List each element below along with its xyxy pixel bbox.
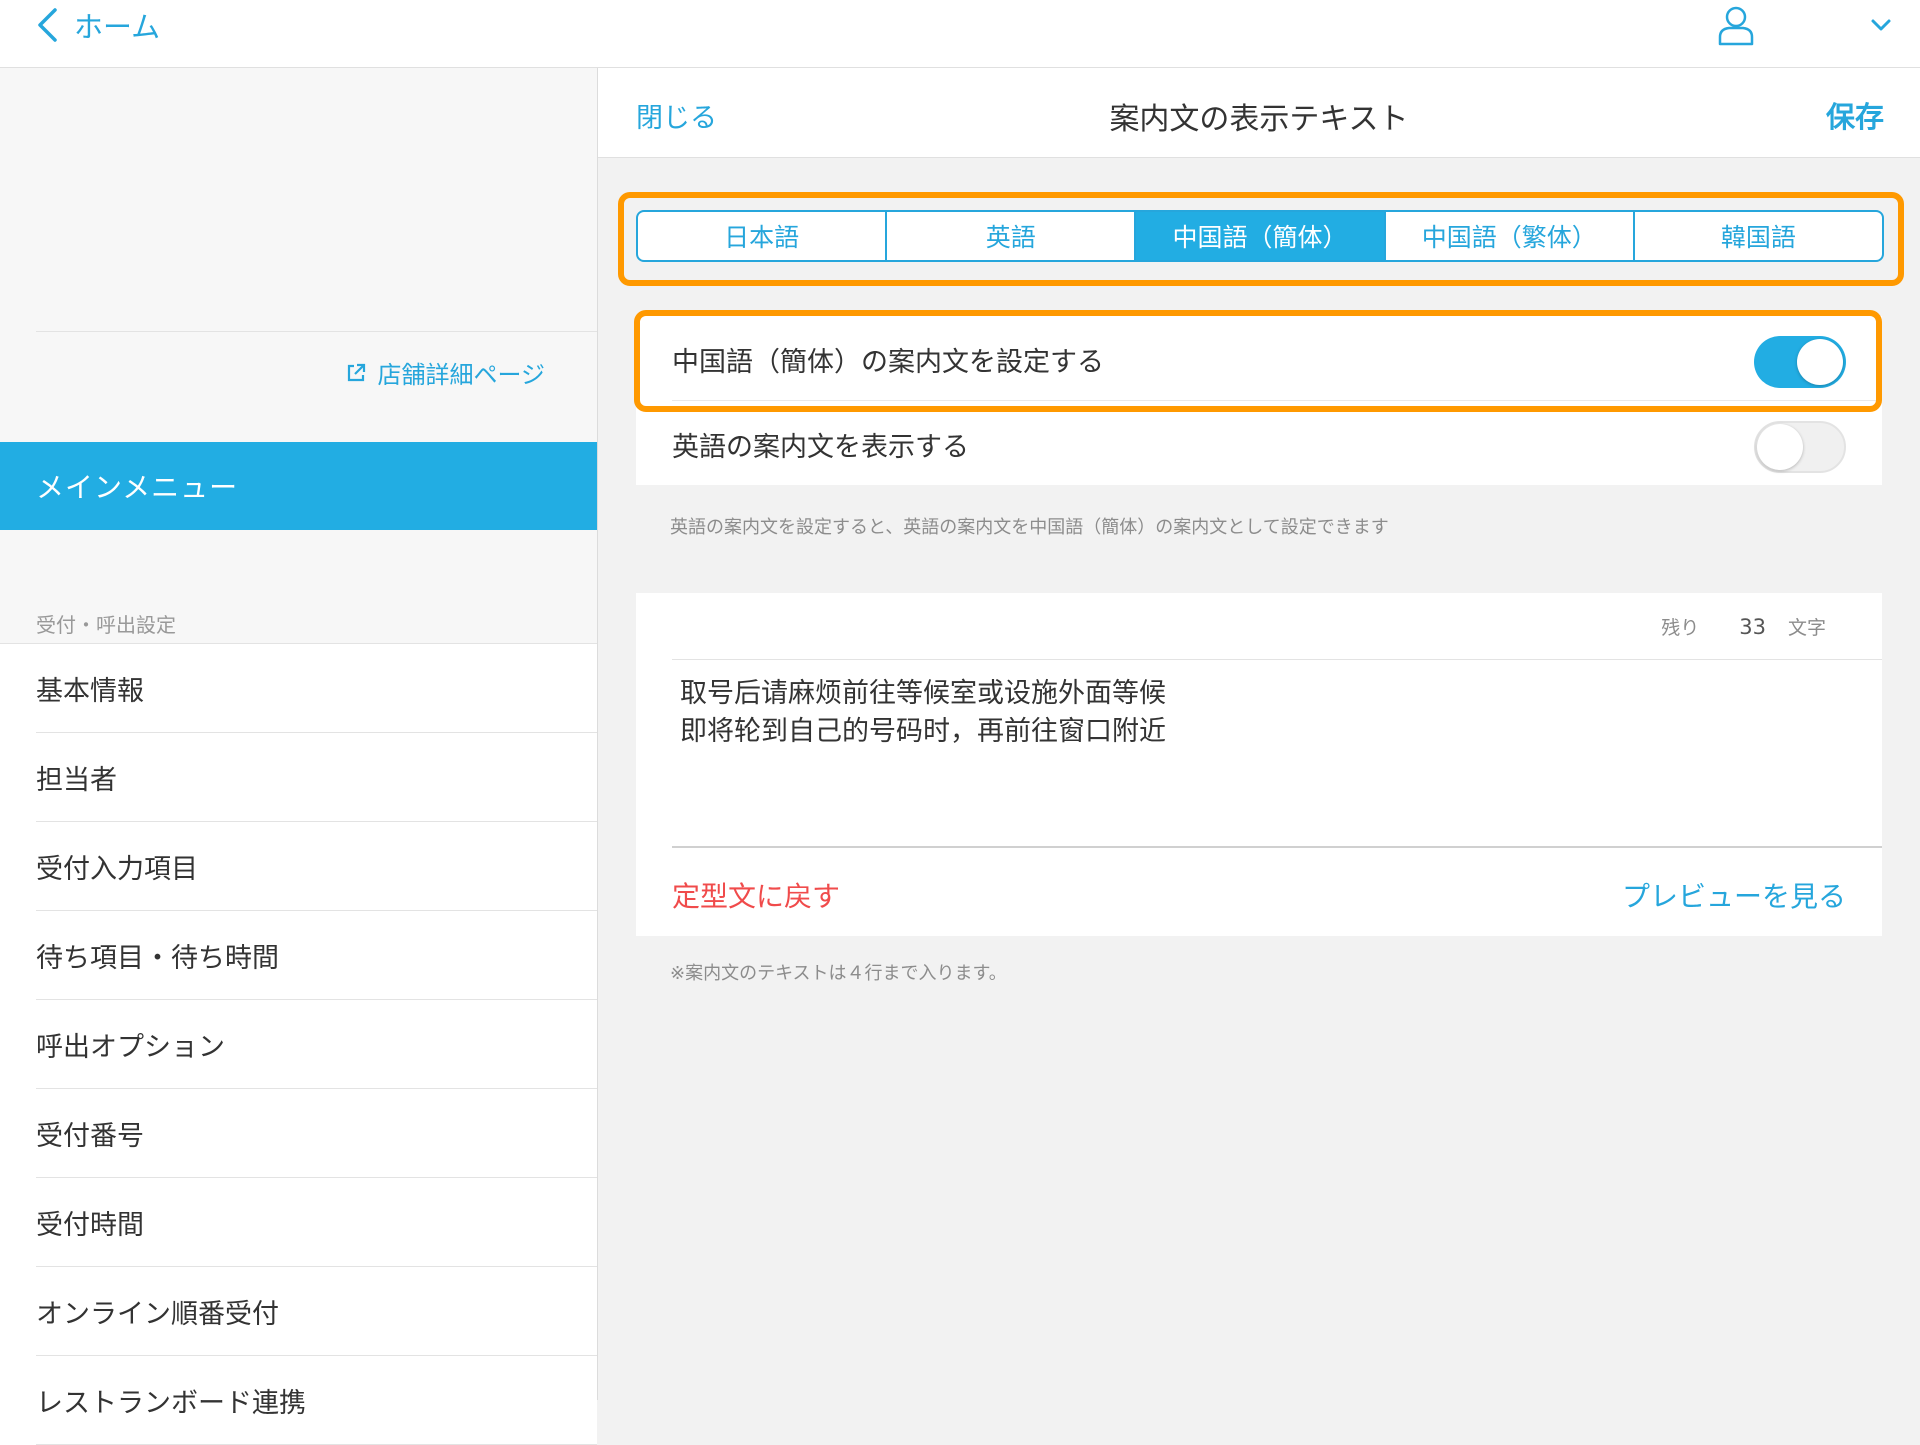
- sidebar-item-reception-number[interactable]: 受付番号: [0, 1089, 597, 1178]
- sidebar-item-wait-items[interactable]: 待ち項目・待ち時間: [0, 911, 597, 1000]
- show-english-label: 英語の案内文を表示する: [672, 432, 969, 463]
- text-editor-card: 残り 33 文字 取号后请麻烦前往等候室或设施外面等候 即将轮到自己的号码时，再…: [636, 593, 1882, 936]
- home-back-button[interactable]: ホーム: [36, 0, 160, 50]
- char-counter: 残り 33 文字: [1661, 613, 1826, 640]
- preview-button[interactable]: プレビューを見る: [1622, 875, 1846, 915]
- sidebar: 店舗詳細ページ メインメニュー 受付・呼出設定 基本情報 担当者 受付入力項目 …: [0, 68, 598, 1445]
- home-back-label: ホーム: [74, 10, 161, 44]
- remaining-count: 33: [1739, 615, 1766, 639]
- sidebar-item-staff[interactable]: 担当者: [0, 733, 597, 822]
- english-hint-text: 英語の案内文を設定すると、英語の案内文を中国語（簡体）の案内文として設定できます: [670, 517, 1389, 538]
- user-icon[interactable]: [1714, 4, 1758, 48]
- guide-text-line-1: 取号后请麻烦前往等候室或设施外面等候: [680, 678, 1166, 709]
- page-title: 案内文の表示テキスト: [1109, 102, 1409, 137]
- show-english-row: 英語の案内文を表示する: [636, 401, 1882, 485]
- sidebar-divider: [36, 331, 597, 332]
- reset-to-template-button[interactable]: 定型文に戻す: [672, 875, 840, 915]
- sidebar-item-reception-fields[interactable]: 受付入力項目: [0, 822, 597, 911]
- sidebar-main-menu[interactable]: メインメニュー: [0, 442, 597, 530]
- show-english-toggle[interactable]: [1754, 421, 1846, 473]
- remaining-unit: 文字: [1787, 617, 1826, 639]
- content-pane: 閉じる 案内文の表示テキスト 保存 日本語 英語 中国語（簡体） 中国語（繁体）…: [598, 68, 1920, 1400]
- guide-text-line-2: 即将轮到自己的号码时，再前往窗口附近: [680, 716, 1166, 747]
- toggle-knob: [1757, 424, 1803, 470]
- guide-text-input[interactable]: 取号后请麻烦前往等候室或设施外面等候 即将轮到自己的号码时，再前往窗口附近: [680, 675, 1830, 815]
- remaining-label: 残り: [1661, 617, 1700, 639]
- save-button[interactable]: 保存: [1826, 94, 1884, 136]
- sidebar-item-call-options[interactable]: 呼出オプション: [0, 1000, 597, 1089]
- external-link-icon: [345, 362, 367, 384]
- sidebar-item-basic-info[interactable]: 基本情報: [0, 643, 597, 733]
- sidebar-item-reception-hours[interactable]: 受付時間: [0, 1178, 597, 1267]
- sidebar-section-label: 受付・呼出設定: [36, 613, 176, 637]
- editor-top-divider: [672, 659, 1882, 660]
- set-text-row-highlight: [634, 310, 1882, 412]
- store-detail-link-label: 店舗詳細ページ: [377, 361, 545, 389]
- sidebar-item-restaurant-board[interactable]: レストランボード連携: [0, 1356, 597, 1445]
- line-limit-note: ※案内文のテキストは４行まで入ります。: [670, 963, 1007, 984]
- editor-bottom-divider: [672, 846, 1882, 848]
- top-bar: ホーム: [0, 0, 1920, 68]
- sidebar-item-online-queue[interactable]: オンライン順番受付: [0, 1267, 597, 1356]
- store-detail-link[interactable]: 店舗詳細ページ: [345, 355, 545, 390]
- content-nav-bar: 閉じる 案内文の表示テキスト 保存: [598, 68, 1920, 158]
- sidebar-list: 基本情報 担当者 受付入力項目 待ち項目・待ち時間 呼出オプション 受付番号 受…: [0, 643, 597, 1445]
- language-tabs-highlight: [618, 192, 1904, 286]
- chevron-down-icon[interactable]: [1866, 10, 1896, 40]
- chevron-left-icon: [36, 5, 68, 45]
